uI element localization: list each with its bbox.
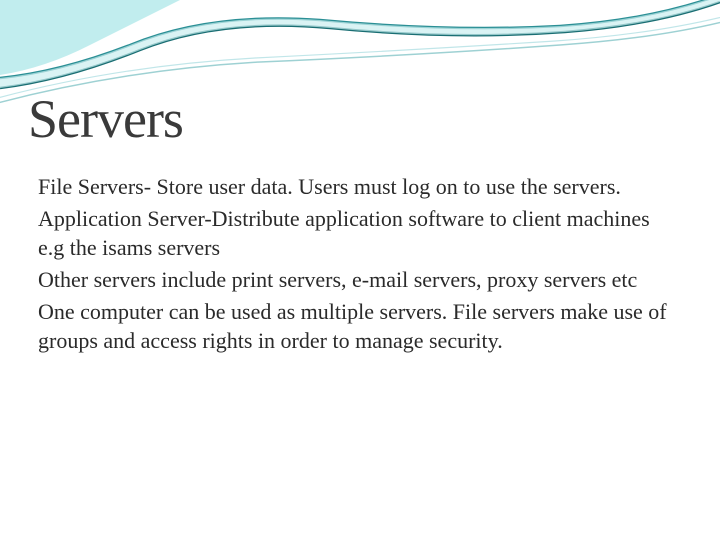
body-paragraph: File Servers- Store user data. Users mus… — [38, 172, 678, 202]
body-paragraph: One computer can be used as multiple ser… — [38, 297, 678, 356]
slide-body: File Servers- Store user data. Users mus… — [38, 172, 678, 358]
body-paragraph: Application Server-Distribute applicatio… — [38, 204, 678, 263]
slide-title: Servers — [28, 88, 183, 150]
body-paragraph: Other servers include print servers, e-m… — [38, 265, 678, 295]
